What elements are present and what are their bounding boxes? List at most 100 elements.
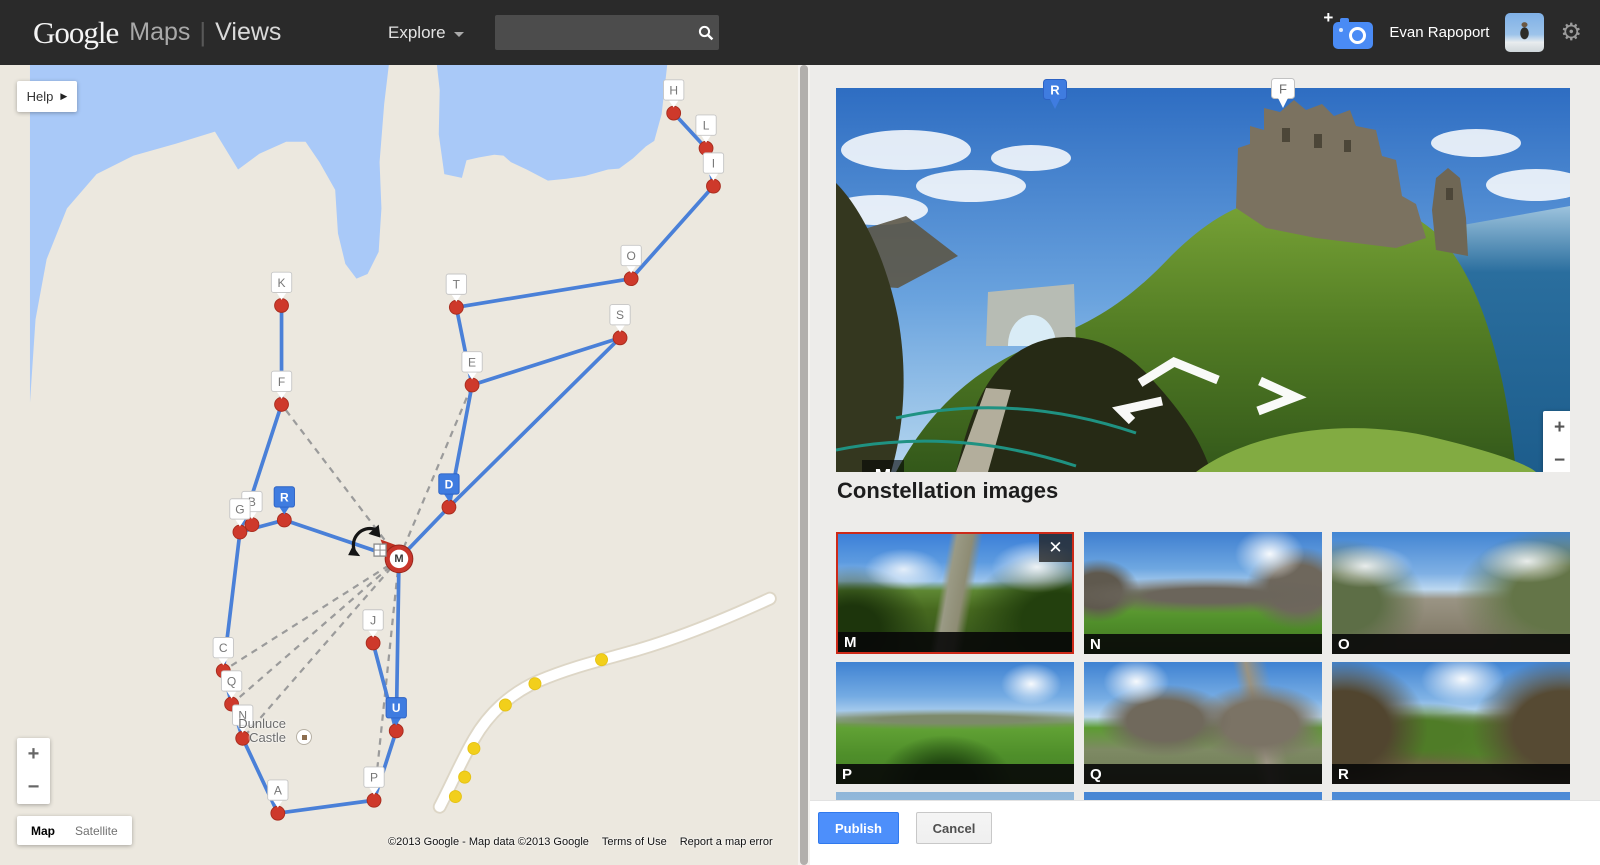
photo-dot-U[interactable] xyxy=(388,723,404,739)
map-attribution: ©2013 Google - Map data ©2013 Google Ter… xyxy=(388,836,773,848)
photo-dot-O[interactable] xyxy=(623,271,639,287)
unplaced-photo-dot[interactable] xyxy=(498,698,512,712)
photo-dot-P[interactable] xyxy=(366,792,382,808)
unplaced-photo-dot[interactable] xyxy=(467,741,481,755)
user-name: Evan Rapoport xyxy=(1389,24,1490,41)
map-marker-K[interactable]: K xyxy=(270,271,293,300)
photo-dot-G[interactable] xyxy=(232,524,248,540)
map-marker-A[interactable]: A xyxy=(267,779,289,808)
panorama-viewer[interactable]: M + − xyxy=(836,88,1570,472)
thumbnail-partial[interactable] xyxy=(1332,792,1570,800)
photo-dot-R[interactable] xyxy=(276,512,292,528)
map-marker-D[interactable]: D xyxy=(438,473,460,502)
map-marker-T[interactable]: T xyxy=(445,273,467,302)
map-marker-H[interactable]: H xyxy=(663,79,685,108)
pano-zoom-out-button[interactable]: − xyxy=(1543,445,1570,473)
help-button[interactable]: Help ▶ xyxy=(17,81,77,112)
unplaced-photo-dot[interactable] xyxy=(448,790,462,804)
google-maps-views-logo[interactable]: Google Maps | Views xyxy=(33,0,281,65)
map-marker-U[interactable]: U xyxy=(385,697,407,726)
thumbnail-Q[interactable]: Q xyxy=(1084,662,1322,784)
svg-text:K: K xyxy=(278,276,286,290)
map-marker-I[interactable]: I xyxy=(702,152,725,181)
thumbnail-O[interactable]: O xyxy=(1332,532,1570,654)
map-marker-E[interactable]: E xyxy=(461,351,483,380)
photo-dot-B[interactable] xyxy=(244,517,260,533)
photo-dot-S[interactable] xyxy=(612,330,628,346)
search-box xyxy=(495,15,719,50)
photo-dot-H[interactable] xyxy=(666,105,682,121)
map-type-control: Map Satellite xyxy=(17,816,132,845)
publish-button[interactable]: Publish xyxy=(818,812,899,844)
svg-text:L: L xyxy=(703,119,710,133)
top-bar-right: + Evan Rapoport ⚙ xyxy=(1323,0,1582,65)
map-marker-R[interactable]: R xyxy=(273,486,295,515)
thumbnail-R[interactable]: R xyxy=(1332,662,1570,784)
map-marker-J[interactable]: J xyxy=(362,609,384,638)
thumbnail-M[interactable]: M ✕ xyxy=(836,532,1074,654)
thumbnail-label: O xyxy=(1338,635,1350,653)
close-icon[interactable]: ✕ xyxy=(1039,534,1072,562)
map-marker-F[interactable]: F xyxy=(270,370,293,399)
pano-zoom-control: + − xyxy=(1543,411,1570,472)
svg-text:F: F xyxy=(1279,82,1287,97)
zoom-out-button[interactable]: − xyxy=(17,771,50,804)
photo-dot-I[interactable] xyxy=(706,178,721,194)
logo-divider: | xyxy=(199,17,207,47)
report-error-link[interactable]: Report a map error xyxy=(680,836,773,848)
road-casing xyxy=(432,591,777,814)
panel-scrollbar[interactable] xyxy=(798,65,810,865)
unplaced-photo-dot[interactable] xyxy=(458,770,472,784)
unplaced-photo-dot[interactable] xyxy=(528,677,542,691)
copyright-text: ©2013 Google - Map data ©2013 Google xyxy=(388,836,589,848)
photo-dot-E[interactable] xyxy=(464,377,480,393)
poi-castle-icon[interactable] xyxy=(296,729,312,745)
search-icon[interactable] xyxy=(692,15,719,50)
connection-line xyxy=(629,184,716,281)
photo-dot-D[interactable] xyxy=(441,499,457,515)
move-handle-icon[interactable] xyxy=(373,543,387,557)
search-input[interactable] xyxy=(495,15,692,50)
cancel-button[interactable]: Cancel xyxy=(916,812,992,844)
map-type-satellite-button[interactable]: Satellite xyxy=(65,824,128,838)
road xyxy=(434,593,775,812)
map-marker-P[interactable]: P xyxy=(363,766,385,795)
pano-zoom-in-button[interactable]: + xyxy=(1543,411,1570,445)
map-canvas[interactable]: HLIOKTSEFBGRDJCQNUPAM Dunluce Castle Hel… xyxy=(0,65,798,865)
thumbnail-photo xyxy=(836,792,1074,800)
thumbnail-label-band: P xyxy=(836,764,1074,784)
thumbnail-partial[interactable] xyxy=(1084,792,1322,800)
svg-text:O: O xyxy=(626,249,635,263)
explore-menu[interactable]: Explore xyxy=(388,0,464,65)
svg-text:M: M xyxy=(394,553,403,565)
pano-marker-F[interactable]: F xyxy=(1270,77,1296,111)
thumbnail-P[interactable]: P xyxy=(836,662,1074,784)
thumbnail-label: P xyxy=(842,765,853,783)
zoom-in-button[interactable]: + xyxy=(17,738,50,771)
map-marker-C[interactable]: C xyxy=(212,637,234,666)
unplaced-photo-dot[interactable] xyxy=(595,653,609,667)
connection-line xyxy=(240,736,280,816)
photo-dot-A[interactable] xyxy=(270,805,286,821)
app-window: Google Maps | Views Explore + Evan Rapop… xyxy=(0,0,1600,865)
map-marker-Q[interactable]: Q xyxy=(220,670,243,699)
google-logo: Google xyxy=(33,14,119,50)
gear-icon[interactable]: ⚙ xyxy=(1560,20,1582,45)
photo-dot-F[interactable] xyxy=(274,397,289,412)
map-marker-S[interactable]: S xyxy=(609,304,631,333)
avatar[interactable] xyxy=(1505,13,1545,52)
water-area xyxy=(436,65,668,181)
map-type-map-button[interactable]: Map xyxy=(21,824,65,838)
pano-marker-R[interactable]: R xyxy=(1042,78,1068,112)
add-photosphere-camera-icon[interactable]: + xyxy=(1323,8,1374,49)
scrollbar-thumb[interactable] xyxy=(800,65,808,865)
photo-dot-K[interactable] xyxy=(274,298,289,313)
terms-link[interactable]: Terms of Use xyxy=(602,836,667,848)
chevron-down-icon xyxy=(453,31,464,37)
thumbnail-N[interactable]: N xyxy=(1084,532,1322,654)
thumbnail-partial[interactable] xyxy=(836,792,1074,800)
svg-text:D: D xyxy=(445,477,454,491)
thumbnail-photo xyxy=(1084,792,1322,800)
photo-dot-T[interactable] xyxy=(448,299,464,315)
photo-dot-J[interactable] xyxy=(365,635,381,651)
